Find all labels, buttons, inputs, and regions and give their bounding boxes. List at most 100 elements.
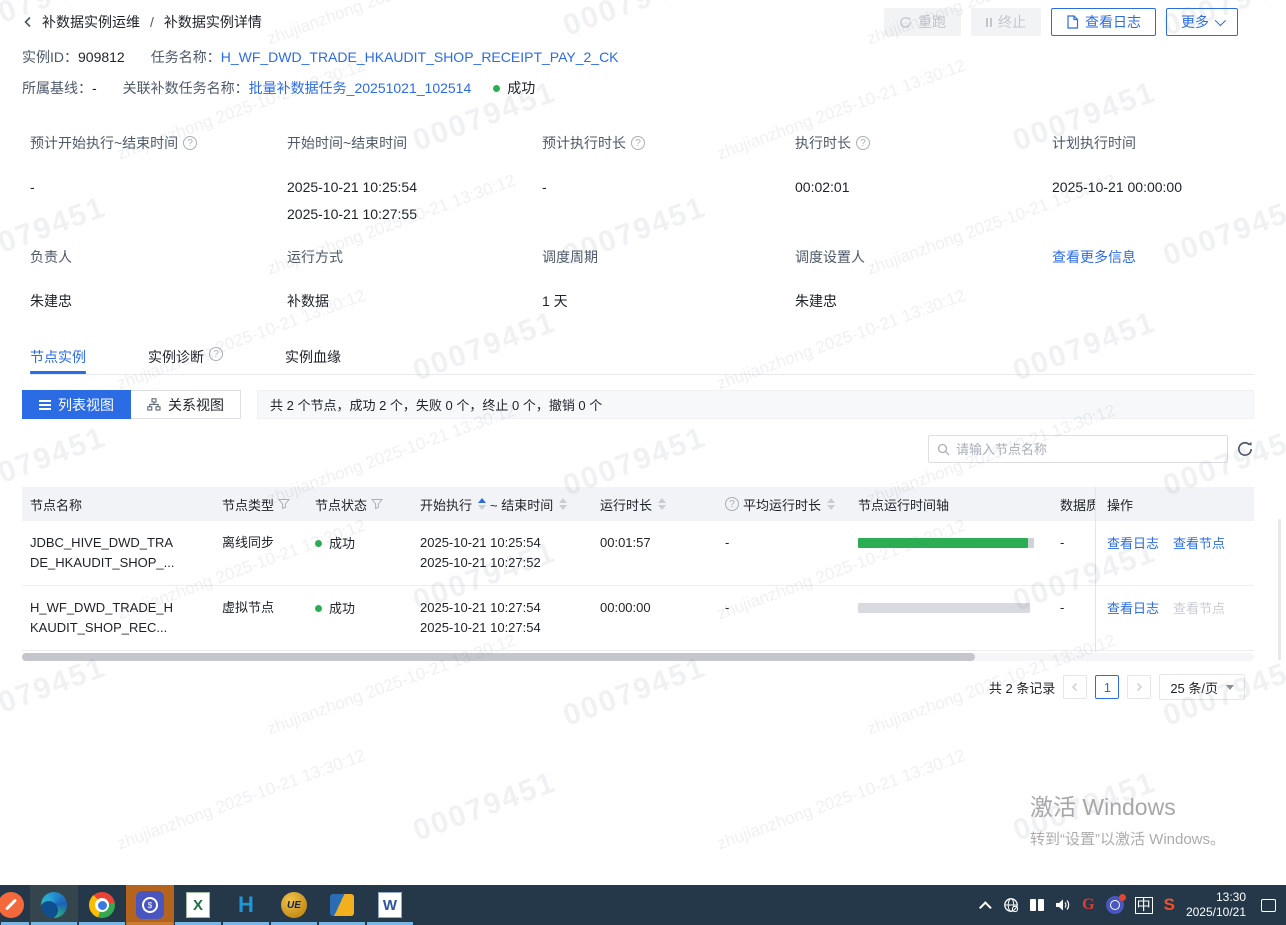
reload-icon[interactable]: [1236, 440, 1254, 458]
col-node-status: 节点状态: [307, 495, 412, 514]
windows-panes-icon[interactable]: [1030, 899, 1044, 911]
node-duration: 00:01:57: [592, 521, 717, 585]
baseline-label: 所属基线：: [22, 78, 92, 98]
terminate-button[interactable]: 终止: [971, 8, 1041, 36]
rerun-button[interactable]: 重跑: [884, 8, 961, 36]
timeline-bar[interactable]: [858, 603, 1030, 613]
task-name-link[interactable]: H_WF_DWD_TRADE_HKAUDIT_SHOP_RECEIPT_PAY_…: [221, 49, 619, 65]
table-header: 节点名称 节点类型 节点状态 开始执行 ~ 结束时间 运行时长 ? 平均: [22, 487, 1254, 521]
node-duration: 00:00:00: [592, 586, 717, 650]
taskbar-pen-app[interactable]: [0, 885, 30, 925]
taskbar-hbuilder[interactable]: H: [222, 885, 270, 925]
instance-id-label: 实例ID：: [22, 47, 78, 67]
next-page-button[interactable]: [1127, 675, 1151, 699]
ops-column: 操作 查看日志 查看节点 查看日志 查看节点: [1095, 487, 1254, 652]
node-search-input[interactable]: [956, 442, 1219, 457]
list-view-button[interactable]: 列表视图: [22, 390, 131, 419]
detail-planned-time: 计划执行时间 2025-10-21 00:00:00: [1052, 133, 1256, 228]
taskbar-word[interactable]: W: [366, 885, 414, 925]
node-count-summary: 共 2 个节点，成功 2 个，失败 0 个，终止 0 个，撤销 0 个: [257, 390, 1254, 419]
taskbar-ultraedit[interactable]: UE: [270, 885, 318, 925]
g-logo-icon[interactable]: G: [1082, 896, 1094, 914]
help-icon[interactable]: ?: [631, 136, 645, 150]
node-status: 成功: [315, 534, 355, 554]
taskbar-clock[interactable]: 13:30 2025/10/21: [1186, 890, 1246, 920]
app-badge-icon[interactable]: [1106, 896, 1124, 914]
filter-icon[interactable]: [278, 498, 290, 510]
instance-info-line1: 实例ID： 909812 任务名称： H_WF_DWD_TRADE_HKAUDI…: [22, 47, 619, 67]
foxmail-icon: [330, 894, 354, 916]
scrollbar-thumb[interactable]: [22, 653, 975, 661]
taskbar-foxmail[interactable]: [318, 885, 366, 925]
sogou-icon[interactable]: S: [1164, 895, 1175, 915]
taskbar-excel[interactable]: X: [174, 885, 222, 925]
col-data-quality: 数据质量: [1052, 495, 1095, 514]
view-node-link[interactable]: 查看节点: [1173, 598, 1225, 650]
header-actions: 重跑 终止 查看日志 更多: [884, 8, 1238, 36]
col-start-end: 开始执行 ~ 结束时间: [412, 495, 592, 514]
record-total: 共 2 条记录: [989, 678, 1055, 697]
speaker-icon[interactable]: [1055, 898, 1071, 912]
taskbar-chrome[interactable]: [78, 885, 126, 925]
help-icon[interactable]: ?: [183, 136, 197, 150]
tab-instance-lineage[interactable]: 实例血缘: [285, 343, 341, 374]
col-duration: 运行时长: [592, 495, 717, 514]
filter-icon[interactable]: [371, 498, 383, 510]
node-search: [928, 435, 1228, 463]
view-log-button[interactable]: 查看日志: [1051, 8, 1156, 36]
relation-view-button[interactable]: 关系视图: [131, 390, 241, 419]
clock-date: 2025/10/21: [1186, 905, 1246, 920]
ops-row: 查看日志 查看节点: [1096, 521, 1254, 586]
view-log-link[interactable]: 查看日志: [1107, 598, 1159, 650]
edge-icon: [41, 892, 67, 918]
prev-page-button[interactable]: [1063, 675, 1087, 699]
detail-more-info: 查看更多信息: [1052, 247, 1256, 315]
help-icon[interactable]: ?: [856, 136, 870, 150]
view-more-info-link[interactable]: 查看更多信息: [1052, 247, 1136, 267]
node-avg-duration: -: [717, 521, 850, 585]
sort-icon[interactable]: [559, 498, 567, 510]
pause-icon: [986, 18, 992, 27]
back-chevron-icon[interactable]: [22, 16, 34, 28]
help-icon[interactable]: ?: [209, 347, 223, 361]
node-type: 虚拟节点: [214, 586, 307, 650]
details-row2: 负责人 朱建忠 运行方式 补数据 调度周期 1 天 调度设置人 朱建忠 查看更多…: [30, 247, 1256, 315]
page-number-button[interactable]: 1: [1095, 675, 1119, 699]
sort-icon[interactable]: [658, 498, 666, 510]
table-row: H_WF_DWD_TRADE_HKAUDIT_SHOP_REC... 虚拟节点 …: [22, 586, 1254, 651]
vertical-scrollbar[interactable]: [1278, 519, 1281, 660]
help-icon[interactable]: ?: [725, 497, 739, 511]
watermark-text: zhujianzhong 2025-10-21 13:30:12: [115, 746, 369, 855]
more-button[interactable]: 更多: [1166, 8, 1238, 36]
notification-icon[interactable]: [1261, 899, 1276, 912]
ultraedit-icon: UE: [281, 892, 307, 918]
view-log-link[interactable]: 查看日志: [1107, 533, 1159, 585]
topbar: 补数据实例运维 / 补数据实例详情 重跑 终止 查看日志 更: [22, 8, 1238, 36]
tab-node-instances[interactable]: 节点实例: [30, 343, 86, 374]
taskbar-edge[interactable]: [30, 885, 78, 925]
detail-estimated-window: 预计开始执行~结束时间? -: [30, 133, 287, 228]
sort-icon[interactable]: [478, 498, 486, 510]
sort-icon[interactable]: [827, 498, 835, 510]
col-node-type: 节点类型: [214, 495, 307, 514]
network-globe-icon[interactable]: [1003, 897, 1019, 913]
timeline-bar[interactable]: [858, 538, 1028, 548]
chevron-up-icon[interactable]: [983, 901, 992, 910]
node-table: 节点名称 节点类型 节点状态 开始执行 ~ 结束时间 运行时长 ? 平均: [22, 487, 1254, 652]
tab-instance-diagnosis[interactable]: 实例诊断?: [148, 343, 223, 374]
watermark-text: zhujianzhong 2025-10-21 13:30:12: [715, 746, 969, 855]
ime-chinese-indicator[interactable]: 中: [1135, 897, 1153, 914]
horizontal-scrollbar: [22, 653, 1254, 661]
success-dot-icon: [315, 540, 322, 547]
page-size-select[interactable]: 25 条/页: [1159, 674, 1245, 700]
breadcrumb-item-current: 补数据实例详情: [164, 12, 262, 32]
view-node-link[interactable]: 查看节点: [1173, 533, 1225, 585]
status-text: 成功: [507, 78, 535, 98]
breadcrumb-item-parent[interactable]: 补数据实例运维: [42, 12, 140, 32]
related-task-link[interactable]: 批量补数据任务_20251021_102514: [249, 78, 472, 98]
pagination: 共 2 条记录 1 25 条/页: [989, 674, 1245, 700]
taskbar-chat-app[interactable]: $: [126, 885, 174, 925]
node-times: 2025-10-21 10:27:542025-10-21 10:27:54: [412, 586, 592, 650]
caret-down-icon: [1226, 685, 1234, 690]
tab-bar: 节点实例 实例诊断? 实例血缘: [30, 343, 1254, 375]
